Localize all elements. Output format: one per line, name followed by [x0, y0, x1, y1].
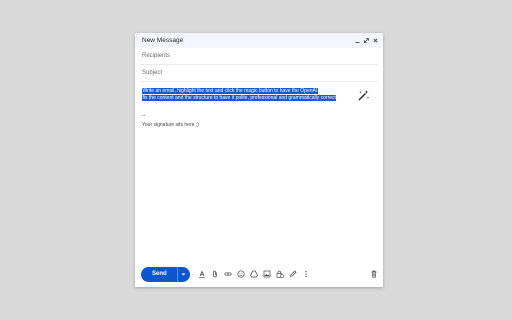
chevron-down-icon — [181, 273, 186, 275]
signature-separator: -- — [142, 113, 146, 119]
pen-icon[interactable] — [289, 270, 297, 278]
schedule-send-dropdown[interactable] — [176, 266, 190, 282]
link-icon[interactable] — [224, 270, 232, 278]
magic-wand-icon[interactable] — [357, 89, 370, 102]
recipients-placeholder: Recipients — [142, 53, 171, 59]
popout-icon[interactable] — [363, 37, 370, 44]
lock-clock-icon[interactable] — [276, 270, 284, 278]
compose-title: New Message — [142, 37, 184, 44]
photo-icon[interactable] — [263, 270, 271, 278]
body-line-2: fix the content and the structure to hav… — [142, 94, 337, 101]
close-icon[interactable] — [372, 37, 379, 44]
emoji-icon[interactable] — [237, 270, 245, 278]
recipients-field[interactable]: Recipients — [140, 48, 378, 65]
signature-text: Your signature sits here ;) — [142, 122, 199, 128]
attachment-icon[interactable] — [211, 270, 219, 278]
subject-placeholder: Subject — [142, 70, 163, 76]
subject-field[interactable]: Subject — [140, 65, 378, 82]
send-button[interactable]: Send — [141, 271, 177, 277]
compose-toolbar: Send — [135, 266, 383, 282]
trash-icon[interactable] — [370, 270, 378, 278]
compose-window: New Message Recipients Subject Write an … — [135, 33, 383, 287]
more-options-icon[interactable] — [302, 270, 310, 278]
send-button-group: Send — [141, 266, 190, 282]
text-format-icon[interactable] — [198, 270, 206, 278]
drive-icon[interactable] — [249, 270, 258, 278]
minimize-icon[interactable] — [354, 37, 361, 44]
message-body[interactable]: Write an email, highlight the text and c… — [135, 82, 383, 128]
compose-titlebar[interactable]: New Message — [135, 33, 383, 48]
